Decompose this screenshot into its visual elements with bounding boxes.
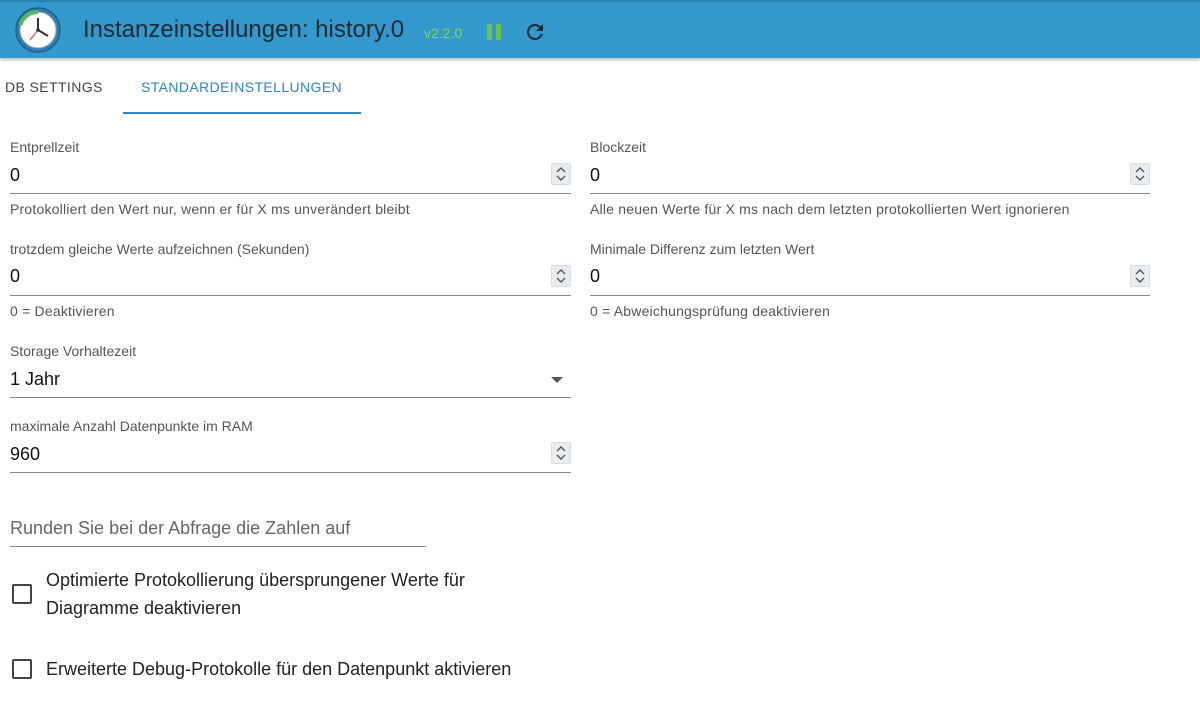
max-datenpunkte-input[interactable]: 960 [10,444,40,465]
gleiche-werte-label: trotzdem gleiche Werte aufzeichnen (Seku… [10,241,310,257]
page-title: Instanzeinstellungen: history.0 [83,16,405,43]
min-differenz-underline [590,295,1150,296]
max-datenpunkte-underline [10,472,571,473]
refresh-icon[interactable] [523,20,547,44]
pause-icon[interactable] [486,22,504,42]
optimierte-label-line1: Optimierte Protokollierung übersprungene… [46,570,465,590]
version-badge: v2.2.0 [424,25,463,41]
tab-standardeinstellungen[interactable]: STANDARDEINSTELLUNGEN [141,79,342,95]
entprellzeit-label: Entprellzeit [10,139,80,155]
optimierte-label: Optimierte Protokollierung übersprungene… [46,566,465,622]
optimierte-label-line2: Diagramme deaktivieren [46,598,242,618]
chevron-down-icon[interactable] [551,377,563,383]
gleiche-werte-stepper[interactable] [551,265,571,287]
blockzeit-input[interactable]: 0 [590,165,600,186]
gleiche-werte-helper: 0 = Deaktivieren [10,303,115,319]
blockzeit-helper: Alle neuen Werte für X ms nach dem letzt… [590,201,1070,217]
app-header: Instanzeinstellungen: history.0 v2.2.0 [0,0,1200,58]
min-differenz-helper: 0 = Abweichungsprüfung deaktivieren [590,303,831,319]
min-differenz-label: Minimale Differenz zum letzten Wert [590,241,815,257]
min-differenz-input[interactable]: 0 [590,266,600,287]
optimierte-checkbox[interactable] [12,584,32,604]
runden-underline [10,546,426,547]
entprellzeit-stepper[interactable] [551,163,571,185]
min-differenz-stepper[interactable] [1130,265,1150,287]
debug-checkbox[interactable] [12,659,32,679]
debug-label: Erweiterte Debug-Protokolle für den Date… [46,659,512,679]
runden-input[interactable]: Runden Sie bei der Abfrage die Zahlen au… [10,518,350,539]
blockzeit-underline [590,193,1150,194]
history-clock-icon [15,7,61,53]
tab-db-settings[interactable]: DB SETTINGS [5,79,103,95]
entprellzeit-input[interactable]: 0 [10,165,20,186]
entprellzeit-helper: Protokolliert den Wert nur, wenn er für … [10,201,410,217]
blockzeit-stepper[interactable] [1130,163,1150,185]
gleiche-werte-input[interactable]: 0 [10,266,20,287]
gleiche-werte-underline [10,295,571,296]
storage-select[interactable]: 1 Jahr [10,369,60,390]
max-datenpunkte-label: maximale Anzahl Datenpunkte im RAM [10,418,253,434]
entprellzeit-underline [10,193,571,194]
storage-label: Storage Vorhaltezeit [10,343,137,359]
blockzeit-label: Blockzeit [590,139,647,155]
active-tab-indicator [123,112,361,114]
storage-underline [10,397,571,398]
max-datenpunkte-stepper[interactable] [551,442,571,464]
